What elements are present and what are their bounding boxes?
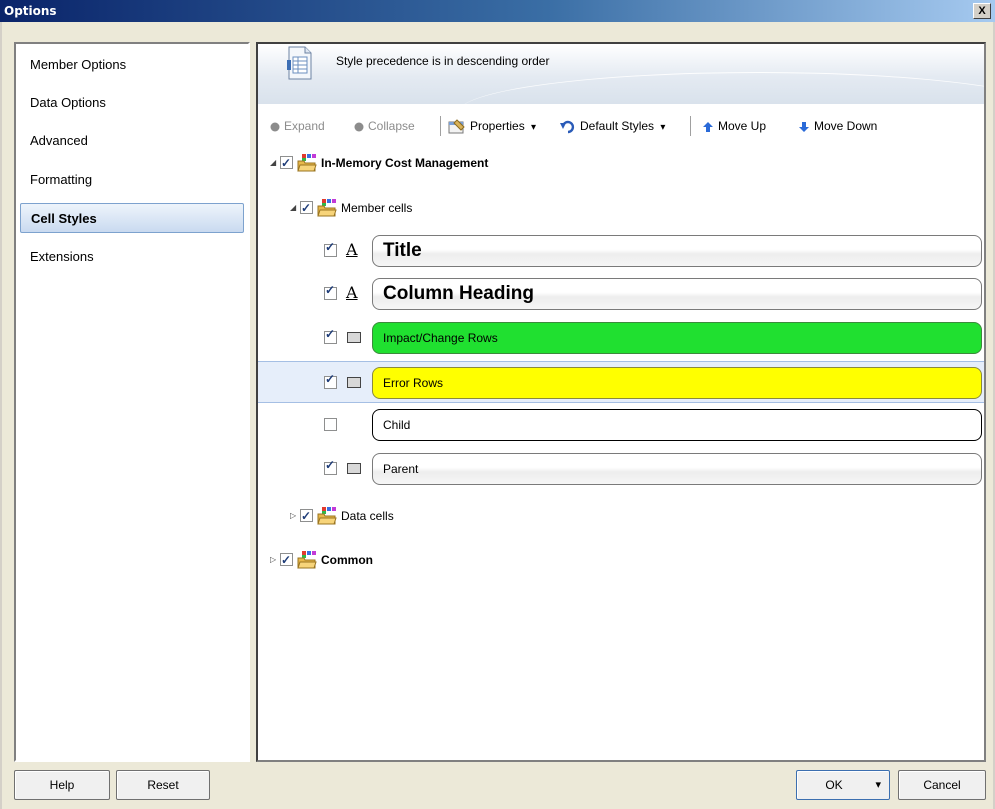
collapse-icon bbox=[354, 122, 364, 132]
parent-checkbox[interactable] bbox=[324, 458, 337, 475]
data-cells-label: Data cells bbox=[341, 508, 394, 523]
cell-icon bbox=[347, 332, 361, 343]
properties-button[interactable]: Properties ▾ bbox=[448, 116, 536, 136]
common-checkbox[interactable] bbox=[280, 549, 293, 571]
error-rows-checkbox[interactable] bbox=[324, 372, 337, 389]
parent-style-box[interactable]: Parent bbox=[372, 453, 982, 485]
toolbar-separator bbox=[440, 116, 441, 136]
folder-icon bbox=[317, 506, 337, 525]
data-cells-checkbox[interactable] bbox=[300, 505, 313, 527]
move-down-button[interactable]: Move Down bbox=[798, 116, 877, 136]
sidebar-item-formatting[interactable]: Formatting bbox=[20, 165, 244, 195]
impact-change-checkbox[interactable] bbox=[324, 327, 337, 344]
options-dialog: Member Options Data Options Advanced For… bbox=[0, 22, 995, 809]
default-styles-button[interactable]: Default Styles ▾ bbox=[560, 116, 665, 136]
move-up-button[interactable]: Move Up bbox=[702, 116, 766, 136]
collapse-label: Collapse bbox=[368, 119, 415, 133]
expanded-arrow-icon[interactable]: ◢ bbox=[270, 152, 280, 174]
collapse-button[interactable]: Collapse bbox=[354, 116, 415, 136]
ok-dropdown-icon[interactable]: ▾ bbox=[875, 771, 881, 799]
arrow-down-icon bbox=[799, 121, 809, 132]
child-style-box[interactable]: Child bbox=[372, 409, 982, 441]
font-icon: A bbox=[346, 283, 358, 302]
reset-button[interactable]: Reset bbox=[116, 770, 210, 800]
help-button[interactable]: Help bbox=[14, 770, 110, 800]
arrow-up-icon bbox=[703, 121, 713, 132]
expand-icon bbox=[270, 122, 280, 132]
toolbar-separator bbox=[690, 116, 691, 136]
sidebar-item-data-options[interactable]: Data Options bbox=[20, 88, 244, 118]
sidebar-item-cell-styles[interactable]: Cell Styles bbox=[20, 203, 244, 233]
ok-split-button[interactable]: OK ▾ bbox=[796, 770, 890, 800]
properties-icon bbox=[448, 119, 465, 134]
close-button[interactable]: X bbox=[973, 3, 991, 19]
cell-icon bbox=[347, 463, 361, 474]
common-label: Common bbox=[321, 552, 373, 567]
title-checkbox[interactable] bbox=[324, 240, 337, 257]
style-row-column-heading[interactable]: A Column Heading bbox=[258, 273, 984, 315]
column-heading-checkbox[interactable] bbox=[324, 283, 337, 300]
move-down-label: Move Down bbox=[814, 119, 878, 133]
child-checkbox[interactable] bbox=[324, 418, 337, 431]
expand-button[interactable]: Expand bbox=[270, 116, 325, 136]
member-cells-label: Member cells bbox=[341, 200, 413, 215]
properties-label: Properties bbox=[470, 119, 525, 133]
document-grid-icon bbox=[287, 46, 312, 80]
font-icon: A bbox=[346, 240, 358, 259]
cell-styles-panel: Style precedence is in descending order … bbox=[256, 42, 986, 762]
toolbar: Expand Collapse Properties ▾ Default Sty… bbox=[258, 114, 984, 138]
sidebar-item-advanced[interactable]: Advanced bbox=[20, 126, 244, 156]
style-row-impact-change[interactable]: Impact/Change Rows bbox=[258, 317, 984, 359]
category-list: Member Options Data Options Advanced For… bbox=[14, 42, 250, 762]
title-bar: Options X bbox=[0, 0, 995, 22]
default-styles-dropdown-icon: ▾ bbox=[660, 122, 666, 133]
folder-icon bbox=[297, 153, 317, 172]
column-heading-style-box[interactable]: Column Heading bbox=[372, 278, 982, 310]
title-style-box[interactable]: Title bbox=[372, 235, 982, 267]
expand-label: Expand bbox=[284, 119, 325, 133]
cell-icon bbox=[347, 377, 361, 388]
root-label: In-Memory Cost Management bbox=[321, 155, 489, 170]
ok-label: OK bbox=[825, 778, 843, 792]
impact-change-style-box[interactable]: Impact/Change Rows bbox=[372, 322, 982, 354]
tree-node-common[interactable]: ▷ Common bbox=[270, 548, 373, 571]
style-row-parent[interactable]: Parent bbox=[258, 448, 984, 490]
info-banner: Style precedence is in descending order bbox=[258, 44, 984, 104]
undo-icon bbox=[560, 120, 575, 134]
style-row-error-rows[interactable]: Error Rows bbox=[258, 361, 984, 403]
style-row-title[interactable]: A Title bbox=[258, 230, 984, 272]
tree-node-data-cells[interactable]: ▷ Data cells bbox=[290, 504, 394, 527]
tree-node-root[interactable]: ◢ In-Memory Cost Management bbox=[270, 151, 489, 174]
default-styles-label: Default Styles bbox=[580, 119, 655, 133]
member-cells-checkbox[interactable] bbox=[300, 197, 313, 219]
tree-node-member-cells[interactable]: ◢ Member cells bbox=[290, 196, 413, 219]
properties-dropdown-icon: ▾ bbox=[531, 122, 537, 133]
banner-text: Style precedence is in descending order bbox=[336, 54, 550, 68]
move-up-label: Move Up bbox=[718, 119, 767, 133]
root-checkbox[interactable] bbox=[280, 152, 293, 174]
window-title: Options bbox=[4, 4, 57, 18]
collapsed-arrow-icon[interactable]: ▷ bbox=[290, 505, 300, 527]
collapsed-arrow-icon[interactable]: ▷ bbox=[270, 549, 280, 571]
cancel-button[interactable]: Cancel bbox=[898, 770, 986, 800]
sidebar-item-member-options[interactable]: Member Options bbox=[20, 50, 244, 80]
error-rows-style-box[interactable]: Error Rows bbox=[372, 367, 982, 399]
expanded-arrow-icon[interactable]: ◢ bbox=[290, 197, 300, 219]
folder-icon bbox=[297, 550, 317, 569]
sidebar-item-extensions[interactable]: Extensions bbox=[20, 242, 244, 272]
folder-icon bbox=[317, 198, 337, 217]
style-row-child[interactable]: Child bbox=[258, 404, 984, 446]
